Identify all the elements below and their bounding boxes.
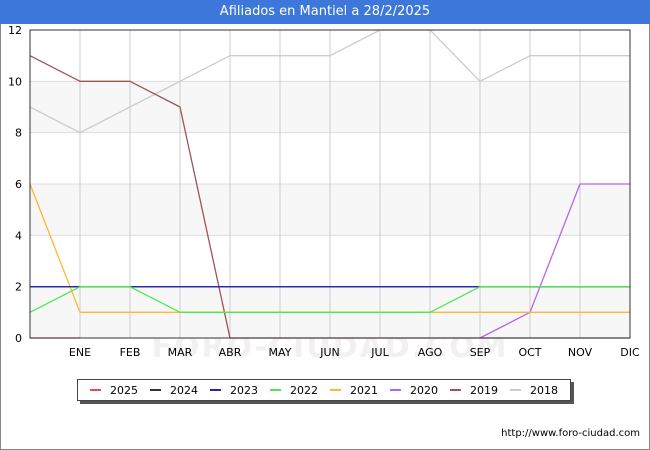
x-tick-label: SEP — [470, 346, 491, 359]
y-tick-label: 8 — [15, 127, 22, 140]
legend-label: 2020 — [410, 383, 438, 397]
legend-label: 2021 — [350, 383, 378, 397]
legend-label: 2025 — [110, 383, 138, 397]
x-tick-label: OCT — [518, 346, 541, 359]
legend-swatch — [210, 389, 221, 391]
legend-label: 2019 — [470, 383, 498, 397]
y-tick-label: 12 — [8, 24, 22, 37]
legend-swatch — [330, 389, 341, 391]
legend-label: 2018 — [530, 383, 558, 397]
legend-item-2023: 2023 — [210, 384, 258, 397]
x-tick-label: MAY — [269, 346, 292, 359]
legend-swatch — [150, 389, 161, 391]
legend-item-2019: 2019 — [450, 384, 498, 397]
legend-swatch — [510, 389, 521, 391]
x-tick-label: DIC — [620, 346, 640, 359]
x-tick-label: JUL — [370, 346, 389, 359]
y-tick-label: 0 — [15, 332, 22, 345]
legend-item-2018: 2018 — [510, 384, 558, 397]
x-tick-label: NOV — [568, 346, 593, 359]
legend-swatch — [90, 389, 101, 391]
y-tick-label: 4 — [15, 229, 22, 242]
x-tick-label: MAR — [168, 346, 193, 359]
legend-label: 2024 — [170, 383, 198, 397]
y-axis-ticks: 0 2 4 6 8 10 12 — [8, 24, 22, 345]
legend-swatch — [270, 389, 281, 391]
chart-legend: 2025 2024 2023 2022 2021 2020 2019 2018 — [77, 379, 571, 401]
x-tick-label: JUN — [319, 346, 340, 359]
legend-label: 2022 — [290, 383, 318, 397]
x-axis-ticks: ENE FEB MAR ABR MAY JUN JUL AGO SEP OCT NOV DIC — [69, 346, 640, 359]
y-tick-label: 6 — [15, 178, 22, 191]
legend-item-2020: 2020 — [390, 384, 438, 397]
legend-swatch — [450, 389, 461, 391]
legend-item-2024: 2024 — [150, 384, 198, 397]
y-tick-label: 10 — [8, 75, 22, 88]
legend-item-2022: 2022 — [270, 384, 318, 397]
x-tick-label: ABR — [219, 346, 242, 359]
x-tick-label: FEB — [120, 346, 141, 359]
legend-item-2025: 2025 — [90, 384, 138, 397]
legend-label: 2023 — [230, 383, 258, 397]
x-tick-label: ENE — [69, 346, 91, 359]
y-tick-label: 2 — [15, 281, 22, 294]
x-tick-label: AGO — [418, 346, 443, 359]
legend-swatch — [390, 389, 401, 391]
footer-url[interactable]: http://www.foro-ciudad.com — [501, 428, 640, 439]
legend-item-2021: 2021 — [330, 384, 378, 397]
